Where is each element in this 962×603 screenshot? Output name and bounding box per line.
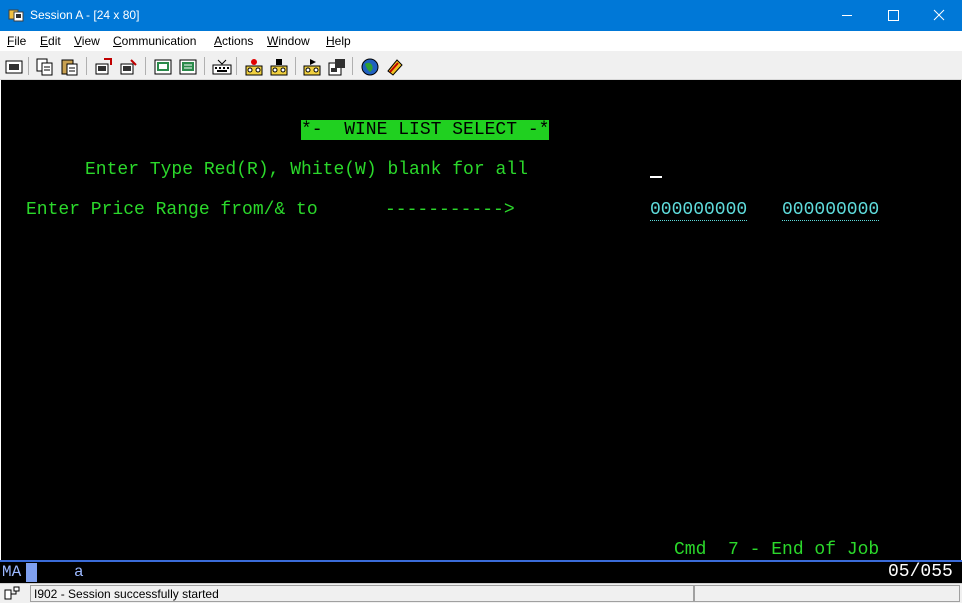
close-icon — [933, 9, 945, 21]
menu-window[interactable]: Window — [267, 34, 310, 48]
menu-bar: File Edit View Communication Actions Win… — [0, 31, 962, 52]
close-button[interactable] — [916, 0, 962, 31]
status-message-panel: I902 - Session successfully started — [30, 585, 694, 602]
status-bar: I902 - Session successfully started — [0, 583, 962, 603]
globe-button[interactable] — [359, 56, 379, 76]
oia-session-indicator: a — [74, 563, 84, 581]
macro-button[interactable] — [326, 56, 346, 76]
menu-communication[interactable]: Communication — [113, 34, 196, 48]
toolbar — [0, 52, 962, 80]
play-macro-icon — [303, 59, 321, 76]
record-macro-button[interactable] — [243, 56, 263, 76]
copy-button[interactable] — [34, 56, 54, 76]
keyboard-icon — [212, 59, 232, 75]
send-file-icon — [95, 58, 112, 75]
status-message: I902 - Session successfully started — [34, 587, 219, 601]
price-to-field[interactable]: 000000000 — [782, 200, 880, 221]
price-from-field[interactable]: 000000000 — [650, 200, 748, 221]
cursor-position: 05/055 — [888, 562, 953, 582]
price-range-arrow: -----------> — [385, 200, 515, 220]
menu-actions[interactable]: Actions — [214, 34, 253, 48]
text-cursor — [650, 176, 662, 178]
price-range-label: Enter Price Range from/& to — [26, 200, 318, 220]
display-keypad-button[interactable] — [152, 56, 172, 76]
title-bar[interactable]: Session A - [24 x 80] — [0, 0, 962, 31]
session-app-icon[interactable] — [8, 7, 24, 23]
minimize-icon — [842, 15, 852, 16]
menu-view[interactable]: View — [74, 34, 100, 48]
stop-macro-button[interactable] — [268, 56, 288, 76]
keypad-icon — [179, 59, 197, 75]
send-file-button[interactable] — [93, 56, 113, 76]
display-keypad-icon — [154, 59, 172, 75]
menu-edit[interactable]: Edit — [40, 34, 61, 48]
paste-button[interactable] — [59, 56, 79, 76]
globe-icon — [361, 58, 379, 76]
menu-file[interactable]: File — [7, 34, 26, 48]
receive-file-button[interactable] — [118, 56, 138, 76]
maximize-icon — [888, 10, 899, 21]
type-prompt-label: Enter Type Red(R), White(W) blank for al… — [85, 160, 528, 180]
toolbar-separator — [86, 57, 87, 75]
receive-file-icon — [120, 59, 137, 75]
toolbar-separator — [236, 57, 237, 75]
copy-icon — [36, 58, 53, 76]
print-screen-icon — [5, 60, 23, 74]
toolbar-separator — [295, 57, 296, 75]
toolbar-separator — [352, 57, 353, 75]
stop-macro-icon — [270, 59, 288, 76]
toolbar-separator — [145, 57, 146, 75]
menu-help[interactable]: Help — [326, 34, 351, 48]
play-macro-button[interactable] — [301, 56, 321, 76]
toolbar-separator — [28, 57, 29, 75]
function-key-hint: Cmd 7 - End of Job — [674, 540, 880, 560]
terminal-screen[interactable]: *- WINE LIST SELECT -* Enter Type Red(R)… — [1, 80, 961, 560]
window-title: Session A - [24 x 80] — [30, 8, 140, 22]
maximize-button[interactable] — [870, 0, 916, 31]
minimize-button[interactable] — [824, 0, 870, 31]
connection-status-icon — [4, 586, 20, 600]
support-button[interactable] — [384, 56, 404, 76]
record-macro-icon — [245, 59, 263, 76]
support-icon — [387, 59, 403, 76]
screen-title: *- WINE LIST SELECT -* — [301, 120, 550, 140]
macro-icon — [328, 59, 345, 76]
paste-icon — [61, 59, 78, 76]
keyboard-button[interactable] — [211, 56, 232, 76]
display-toolbar-button[interactable] — [177, 56, 197, 76]
toolbar-separator — [204, 57, 205, 75]
oia-status-block — [26, 563, 37, 582]
oia-mode-indicator: MA — [2, 563, 22, 581]
status-secondary-panel — [694, 585, 960, 602]
print-screen-button[interactable] — [3, 56, 23, 76]
operator-info-area: MA a 05/055 — [0, 562, 962, 583]
